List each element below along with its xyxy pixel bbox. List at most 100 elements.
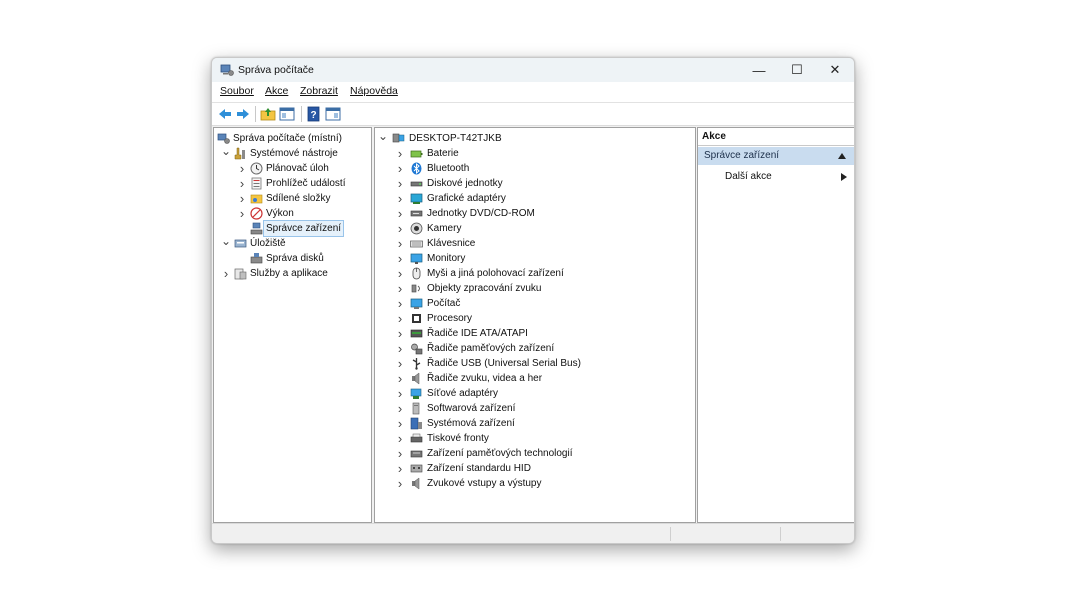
console-tree-item[interactable]: ⌄ Systémové nástroje	[214, 145, 371, 161]
chevron-right-icon[interactable]: ›	[395, 341, 405, 356]
device-category-label: Zařízení standardu HID	[427, 463, 531, 474]
chevron-right-icon[interactable]: ›	[395, 176, 405, 191]
chevron-right-icon[interactable]: ›	[395, 236, 405, 251]
console-tree-item[interactable]: Správa počítače (místní)	[214, 131, 371, 146]
chevron-right-icon[interactable]: ›	[237, 206, 247, 221]
device-category-item[interactable]: › Jednotky DVD/CD-ROM	[375, 206, 695, 221]
chevron-right-icon[interactable]: ›	[395, 371, 405, 386]
forward-arrow-icon[interactable]	[235, 106, 251, 122]
device-category-item[interactable]: › Myši a jiná polohovací zařízení	[375, 266, 695, 281]
chevron-right-icon[interactable]: ›	[395, 281, 405, 296]
chevron-right-icon[interactable]: ›	[221, 266, 231, 281]
device-category-label: Klávesnice	[427, 238, 476, 249]
chevron-right-icon[interactable]: ›	[395, 191, 405, 206]
chevron-right-icon[interactable]: ›	[395, 221, 405, 236]
device-category-item[interactable]: › Bluetooth	[375, 161, 695, 176]
chevron-right-icon[interactable]: ›	[395, 416, 405, 431]
chevron-right-icon[interactable]: ›	[395, 386, 405, 401]
title-bar[interactable]: Správa počítače — ☐ ✕	[212, 58, 854, 82]
device-category-item[interactable]: › Kamery	[375, 221, 695, 236]
device-tree-pane: ⌄ DESKTOP-T42TJKB › Baterie › Bluetooth › Disko…	[374, 127, 696, 523]
chevron-right-icon[interactable]: ›	[395, 251, 405, 266]
chevron-right-icon[interactable]: ›	[395, 431, 405, 446]
device-tree-root[interactable]: ⌄ DESKTOP-T42TJKB	[375, 130, 695, 146]
device-category-item[interactable]: › Baterie	[375, 146, 695, 161]
device-category-item[interactable]: › Zařízení paměťových technologií	[375, 446, 695, 461]
device-category-label: Řadiče USB (Universal Serial Bus)	[427, 358, 581, 369]
chevron-right-icon[interactable]: ›	[237, 191, 247, 206]
chevron-right-icon[interactable]: ›	[395, 446, 405, 461]
more-actions-item[interactable]: Další akce	[725, 171, 772, 182]
hid-icon	[410, 462, 423, 475]
actions-section-device-manager[interactable]: Správce zařízení	[698, 147, 854, 165]
device-category-item[interactable]: › Síťové adaptéry	[375, 386, 695, 401]
menu-akce[interactable]: Akce	[265, 85, 288, 97]
menu-napoveda[interactable]: Nápověda	[350, 85, 398, 97]
chevron-right-icon[interactable]: ›	[395, 161, 405, 176]
device-category-item[interactable]: › Diskové jednotky	[375, 176, 695, 191]
show-hide-tree-icon[interactable]	[279, 106, 295, 122]
device-category-item[interactable]: › Systémová zařízení	[375, 416, 695, 431]
device-category-item[interactable]: › Monitory	[375, 251, 695, 266]
device-category-label: Grafické adaptéry	[427, 193, 506, 204]
close-button[interactable]: ✕	[816, 58, 854, 82]
device-category-label: Myši a jiná polohovací zařízení	[427, 268, 564, 279]
chevron-right-icon[interactable]: ›	[395, 206, 405, 221]
console-tree-item-label: Služby a aplikace	[250, 268, 328, 279]
device-category-item[interactable]: › Řadiče USB (Universal Serial Bus)	[375, 356, 695, 371]
chevron-right-icon[interactable]: ›	[237, 161, 247, 176]
chevron-right-icon[interactable]: ›	[395, 356, 405, 371]
console-tree-item[interactable]: ⌄ Úložiště	[214, 235, 371, 251]
chevron-right-icon[interactable]: ›	[395, 296, 405, 311]
device-category-item[interactable]: › Zařízení standardu HID	[375, 461, 695, 476]
help-icon[interactable]: ?	[306, 106, 322, 122]
chevron-down-icon[interactable]: ⌄	[221, 145, 231, 161]
menu-soubor[interactable]: Soubor	[220, 85, 254, 97]
device-category-item[interactable]: › Softwarová zařízení	[375, 401, 695, 416]
device-category-label: Řadiče IDE ATA/ATAPI	[427, 328, 528, 339]
console-tree-item[interactable]: › Sdílené složky	[214, 191, 371, 206]
console-tree-item[interactable]: › Výkon	[214, 206, 371, 221]
chevron-right-icon[interactable]: ›	[395, 311, 405, 326]
maximize-icon: ☐	[791, 62, 803, 77]
show-action-pane-icon[interactable]	[325, 106, 341, 122]
chevron-right-icon[interactable]: ›	[395, 326, 405, 341]
chevron-down-icon[interactable]: ⌄	[221, 235, 231, 251]
device-category-item[interactable]: › Tiskové fronty	[375, 431, 695, 446]
chevron-right-icon[interactable]: ›	[395, 476, 405, 491]
console-tree-item[interactable]: Správce zařízení	[214, 220, 371, 237]
ide-controller-icon	[410, 327, 423, 340]
device-category-item[interactable]: › Řadiče zvuku, videa a her	[375, 371, 695, 386]
device-category-item[interactable]: › Procesory	[375, 311, 695, 326]
actions-section-label: Správce zařízení	[704, 150, 780, 161]
console-tree-item[interactable]: › Služby a aplikace	[214, 266, 371, 281]
device-category-item[interactable]: › Počítač	[375, 296, 695, 311]
minimize-icon: —	[752, 62, 766, 78]
up-folder-icon[interactable]	[260, 106, 276, 122]
services-icon	[234, 267, 247, 280]
console-tree-item[interactable]: › Prohlížeč událostí	[214, 176, 371, 191]
device-category-item[interactable]: › Objekty zpracování zvuku	[375, 281, 695, 296]
minimize-button[interactable]: —	[740, 58, 778, 82]
maximize-button[interactable]: ☐	[778, 58, 816, 82]
device-category-item[interactable]: › Grafické adaptéry	[375, 191, 695, 206]
console-tree-item[interactable]: › Plánovač úloh	[214, 161, 371, 176]
chevron-right-icon[interactable]: ›	[395, 461, 405, 476]
device-category-item[interactable]: › Řadiče paměťových zařízení	[375, 341, 695, 356]
device-category-item[interactable]: › Zvukové vstupy a výstupy	[375, 476, 695, 491]
chevron-right-icon[interactable]: ›	[395, 401, 405, 416]
device-category-item[interactable]: › Klávesnice	[375, 236, 695, 251]
display-adapter-icon	[410, 192, 423, 205]
chevron-down-icon[interactable]: ⌄	[378, 130, 388, 146]
computer-management-window: Správa počítače — ☐ ✕ Soubor Akce Zobraz…	[211, 57, 855, 544]
chevron-right-icon[interactable]: ›	[395, 266, 405, 281]
chevron-right-icon[interactable]: ›	[237, 176, 247, 191]
tools-icon	[234, 147, 247, 160]
console-tree-item[interactable]: Správa disků	[214, 251, 371, 266]
console-tree-item-label: Správce zařízení	[262, 220, 345, 237]
back-arrow-icon[interactable]	[217, 106, 233, 122]
device-category-item[interactable]: › Řadiče IDE ATA/ATAPI	[375, 326, 695, 341]
chevron-right-icon[interactable]: ›	[395, 146, 405, 161]
menu-zobrazit[interactable]: Zobrazit	[300, 85, 338, 97]
device-category-label: Softwarová zařízení	[427, 403, 516, 414]
